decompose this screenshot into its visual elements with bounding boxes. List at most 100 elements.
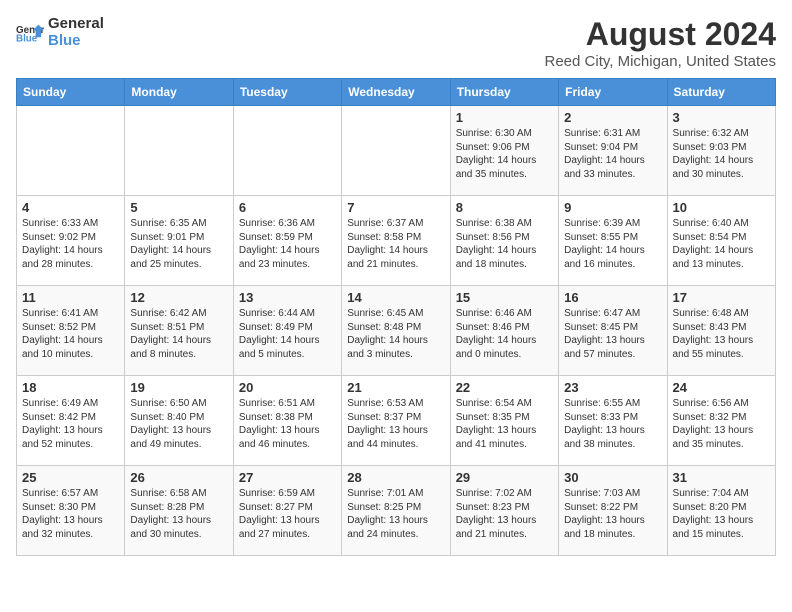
day-cell: 28 Sunrise: 7:01 AM Sunset: 8:25 PM Dayli… [342,466,450,556]
day-cell: 25Sunrise: 6:57 AM Sunset: 8:30 PM Dayli… [17,466,125,556]
day-cell: 13 Sunrise: 6:44 AM Sunset: 8:49 PM Dayli… [233,286,341,376]
day-info: Sunrise: 6:42 AM Sunset: 8:51 PM Dayligh… [130,307,227,361]
day-cell: 14 Sunrise: 6:45 AM Sunset: 8:48 PM Dayli… [342,286,450,376]
day-cell: 24Sunrise: 6:56 AM Sunset: 8:32 PM Dayli… [667,376,775,466]
day-number: 4 [22,200,119,215]
day-info: Sunrise: 7:02 AM Sunset: 8:23 PM Dayligh… [456,487,553,541]
day-number: 30 [564,470,661,485]
day-cell: 11 Sunrise: 6:41 AM Sunset: 8:52 PM Dayli… [17,286,125,376]
day-of-week-sunday: Sunday [17,79,125,106]
day-cell: 12 Sunrise: 6:42 AM Sunset: 8:51 PM Dayli… [125,286,233,376]
day-cell: 6 Sunrise: 6:36 AM Sunset: 8:59 PM Daylig… [233,196,341,286]
day-info: Sunrise: 6:51 AM Sunset: 8:38 PM Dayligh… [239,397,336,451]
day-cell: 19 Sunrise: 6:50 AM Sunset: 8:40 PM Dayli… [125,376,233,466]
main-title: August 2024 [545,16,777,53]
day-cell: 4 Sunrise: 6:33 AM Sunset: 9:02 PM Daylig… [17,196,125,286]
day-info: Sunrise: 7:04 AM Sunset: 8:20 PM Dayligh… [673,487,770,541]
day-cell: 30 Sunrise: 7:03 AM Sunset: 8:22 PM Dayli… [559,466,667,556]
logo-blue-text: Blue [48,33,104,50]
day-cell: 18Sunrise: 6:49 AM Sunset: 8:42 PM Dayli… [17,376,125,466]
day-info: Sunrise: 6:55 AM Sunset: 8:33 PM Dayligh… [564,397,661,451]
logo: General Blue General Blue [16,16,104,49]
day-info: Sunrise: 6:44 AM Sunset: 8:49 PM Dayligh… [239,307,336,361]
calendar-body: 1Sunrise: 6:30 AM Sunset: 9:06 PM Daylig… [17,106,776,556]
day-info: Sunrise: 6:53 AM Sunset: 8:37 PM Dayligh… [347,397,444,451]
day-info: Sunrise: 6:36 AM Sunset: 8:59 PM Dayligh… [239,217,336,271]
day-cell: 27Sunrise: 6:59 AM Sunset: 8:27 PM Dayli… [233,466,341,556]
day-cell: 1Sunrise: 6:30 AM Sunset: 9:06 PM Daylig… [450,106,558,196]
day-cell: 22 Sunrise: 6:54 AM Sunset: 8:35 PM Dayli… [450,376,558,466]
day-info: Sunrise: 6:46 AM Sunset: 8:46 PM Dayligh… [456,307,553,361]
day-number: 20 [239,380,336,395]
day-of-week-monday: Monday [125,79,233,106]
day-number: 26 [130,470,227,485]
day-number: 2 [564,110,661,125]
day-number: 5 [130,200,227,215]
day-info: Sunrise: 6:33 AM Sunset: 9:02 PM Dayligh… [22,217,119,271]
day-number: 21 [347,380,444,395]
day-info: Sunrise: 6:50 AM Sunset: 8:40 PM Dayligh… [130,397,227,451]
week-row-3: 11 Sunrise: 6:41 AM Sunset: 8:52 PM Dayli… [17,286,776,376]
day-cell: 5 Sunrise: 6:35 AM Sunset: 9:01 PM Daylig… [125,196,233,286]
day-number: 7 [347,200,444,215]
day-info: Sunrise: 6:45 AM Sunset: 8:48 PM Dayligh… [347,307,444,361]
day-cell: 23Sunrise: 6:55 AM Sunset: 8:33 PM Dayli… [559,376,667,466]
day-cell [125,106,233,196]
day-info: Sunrise: 6:35 AM Sunset: 9:01 PM Dayligh… [130,217,227,271]
svg-text:Blue: Blue [16,33,38,43]
day-of-week-wednesday: Wednesday [342,79,450,106]
week-row-5: 25Sunrise: 6:57 AM Sunset: 8:30 PM Dayli… [17,466,776,556]
day-cell: 17Sunrise: 6:48 AM Sunset: 8:43 PM Dayli… [667,286,775,376]
day-number: 27 [239,470,336,485]
day-number: 3 [673,110,770,125]
day-info: Sunrise: 7:01 AM Sunset: 8:25 PM Dayligh… [347,487,444,541]
day-info: Sunrise: 6:41 AM Sunset: 8:52 PM Dayligh… [22,307,119,361]
week-row-1: 1Sunrise: 6:30 AM Sunset: 9:06 PM Daylig… [17,106,776,196]
day-cell: 20 Sunrise: 6:51 AM Sunset: 8:38 PM Dayli… [233,376,341,466]
day-info: Sunrise: 6:54 AM Sunset: 8:35 PM Dayligh… [456,397,553,451]
day-cell: 3 Sunrise: 6:32 AM Sunset: 9:03 PM Daylig… [667,106,775,196]
day-cell: 31Sunrise: 7:04 AM Sunset: 8:20 PM Dayli… [667,466,775,556]
day-cell: 8 Sunrise: 6:38 AM Sunset: 8:56 PM Daylig… [450,196,558,286]
day-number: 8 [456,200,553,215]
day-info: Sunrise: 6:31 AM Sunset: 9:04 PM Dayligh… [564,127,661,181]
week-row-4: 18Sunrise: 6:49 AM Sunset: 8:42 PM Dayli… [17,376,776,466]
day-cell: 2 Sunrise: 6:31 AM Sunset: 9:04 PM Daylig… [559,106,667,196]
day-number: 12 [130,290,227,305]
day-number: 10 [673,200,770,215]
day-number: 22 [456,380,553,395]
day-number: 19 [130,380,227,395]
day-info: Sunrise: 6:39 AM Sunset: 8:55 PM Dayligh… [564,217,661,271]
day-cell [17,106,125,196]
calendar-table: SundayMondayTuesdayWednesdayThursdayFrid… [16,78,776,556]
day-number: 18 [22,380,119,395]
day-info: Sunrise: 6:32 AM Sunset: 9:03 PM Dayligh… [673,127,770,181]
day-of-week-saturday: Saturday [667,79,775,106]
day-number: 13 [239,290,336,305]
day-number: 9 [564,200,661,215]
logo-icon: General Blue [16,23,44,43]
day-number: 1 [456,110,553,125]
day-info: Sunrise: 6:38 AM Sunset: 8:56 PM Dayligh… [456,217,553,271]
day-number: 28 [347,470,444,485]
day-cell: 9 Sunrise: 6:39 AM Sunset: 8:55 PM Daylig… [559,196,667,286]
day-cell [342,106,450,196]
day-info: Sunrise: 6:37 AM Sunset: 8:58 PM Dayligh… [347,217,444,271]
day-number: 14 [347,290,444,305]
day-number: 25 [22,470,119,485]
day-number: 11 [22,290,119,305]
day-cell: 26 Sunrise: 6:58 AM Sunset: 8:28 PM Dayli… [125,466,233,556]
day-cell: 15Sunrise: 6:46 AM Sunset: 8:46 PM Dayli… [450,286,558,376]
day-info: Sunrise: 7:03 AM Sunset: 8:22 PM Dayligh… [564,487,661,541]
day-info: Sunrise: 6:40 AM Sunset: 8:54 PM Dayligh… [673,217,770,271]
day-of-week-thursday: Thursday [450,79,558,106]
day-info: Sunrise: 6:58 AM Sunset: 8:28 PM Dayligh… [130,487,227,541]
day-cell [233,106,341,196]
day-cell: 7 Sunrise: 6:37 AM Sunset: 8:58 PM Daylig… [342,196,450,286]
day-cell: 10 Sunrise: 6:40 AM Sunset: 8:54 PM Dayli… [667,196,775,286]
calendar-header: SundayMondayTuesdayWednesdayThursdayFrid… [17,79,776,106]
header: General Blue General Blue August 2024 Re… [16,16,776,70]
day-header-row: SundayMondayTuesdayWednesdayThursdayFrid… [17,79,776,106]
day-number: 6 [239,200,336,215]
subtitle: Reed City, Michigan, United States [545,53,777,70]
